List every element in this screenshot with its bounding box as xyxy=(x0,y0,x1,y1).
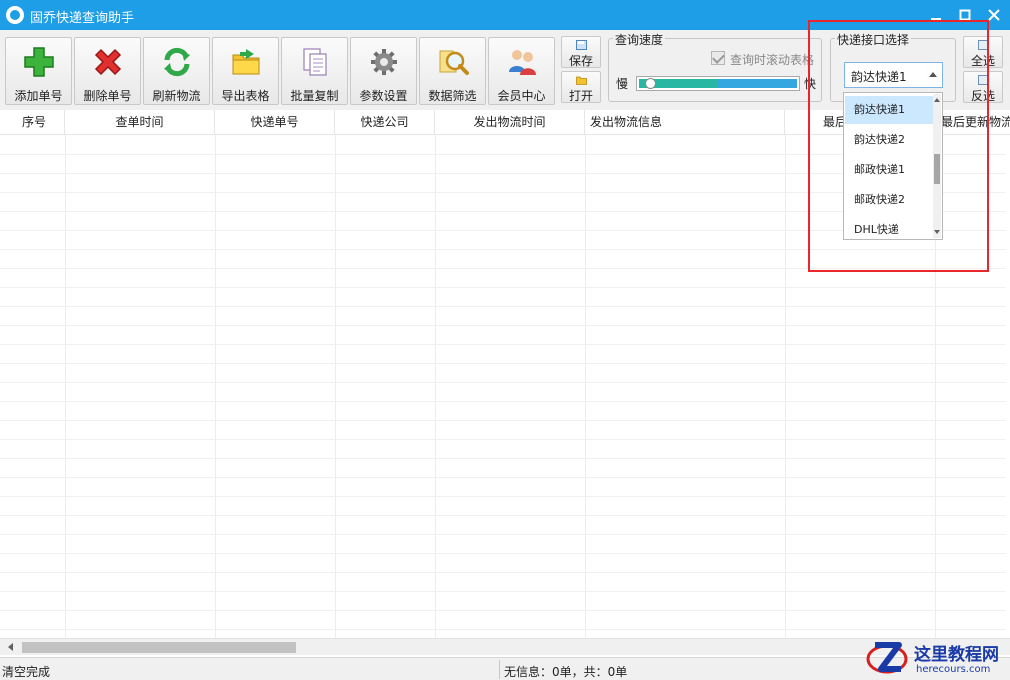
data-filter-button[interactable]: 数据筛选 xyxy=(419,37,486,105)
refresh-logistics-button[interactable]: 刷新物流 xyxy=(143,37,210,105)
scroll-table-checkbox[interactable] xyxy=(711,51,725,65)
member-center-button[interactable]: 会员中心 xyxy=(488,37,555,105)
save-icon xyxy=(576,40,587,50)
delete-x-icon xyxy=(94,48,122,76)
refresh-icon xyxy=(164,47,190,77)
table-row xyxy=(0,629,1006,630)
status-counts: 无信息：0单，共：0单 xyxy=(504,665,628,679)
data-filter-label: 数据筛选 xyxy=(428,89,477,103)
delete-number-label: 删除单号 xyxy=(83,89,132,103)
refresh-logistics-label: 刷新物流 xyxy=(152,89,201,103)
users-icon xyxy=(509,50,536,75)
status-separator xyxy=(499,660,500,679)
open-label: 打开 xyxy=(568,89,593,103)
magnifier-icon xyxy=(439,50,469,75)
table-row xyxy=(0,401,1006,402)
copy-pages-icon xyxy=(303,48,327,76)
gear-icon xyxy=(371,49,397,75)
table-row xyxy=(0,306,1006,307)
column-header-dispatch-info[interactable]: 发出物流信息 xyxy=(585,110,785,135)
table-row xyxy=(0,591,1006,592)
table-row xyxy=(0,534,1006,535)
speed-slider-thumb[interactable] xyxy=(645,78,656,89)
status-message: 清空完成 xyxy=(2,665,51,679)
table-row xyxy=(0,420,1006,421)
table-row xyxy=(0,439,1006,440)
query-speed-group: 查询速度 xyxy=(608,31,822,102)
column-header-index[interactable]: 序号 xyxy=(0,110,65,135)
open-folder-icon xyxy=(576,76,587,85)
horizontal-scroll-thumb[interactable] xyxy=(22,642,296,653)
table-row xyxy=(0,477,1006,478)
column-header-dispatch-time[interactable]: 发出物流时间 xyxy=(435,110,585,135)
close-icon xyxy=(988,9,1000,21)
table-row xyxy=(0,496,1006,497)
table-row xyxy=(0,515,1006,516)
add-number-button[interactable]: 添加单号 xyxy=(5,37,72,105)
scroll-table-checkbox-label: 查询时滚动表格 xyxy=(730,53,815,67)
table-row xyxy=(0,344,1006,345)
watermark-title: 这里教程网 xyxy=(914,645,999,665)
batch-copy-button[interactable]: 批量复制 xyxy=(281,37,348,105)
export-table-button[interactable]: 导出表格 xyxy=(212,37,279,105)
slow-label: 慢 xyxy=(616,77,629,91)
member-center-label: 会员中心 xyxy=(497,89,546,103)
save-button[interactable]: 保存 xyxy=(561,36,601,68)
app-logo-icon xyxy=(6,6,24,24)
save-label: 保存 xyxy=(568,54,593,68)
open-button[interactable]: 打开 xyxy=(561,71,601,103)
column-header-courier-company[interactable]: 快递公司 xyxy=(335,110,435,135)
window-title: 固乔快递查询助手 xyxy=(30,11,135,26)
table-row xyxy=(0,287,1006,288)
plus-icon xyxy=(24,47,54,77)
speed-slider-track xyxy=(718,79,797,88)
delete-number-button[interactable]: 删除单号 xyxy=(74,37,141,105)
column-header-tracking-number[interactable]: 快递单号 xyxy=(215,110,335,135)
parameter-settings-label: 参数设置 xyxy=(359,89,408,103)
highlight-annotation-box xyxy=(808,20,989,272)
table-row xyxy=(0,325,1006,326)
column-header-query-time[interactable]: 查单时间 xyxy=(65,110,215,135)
query-speed-title: 查询速度 xyxy=(613,31,666,48)
table-row xyxy=(0,382,1006,383)
batch-copy-label: 批量复制 xyxy=(290,89,339,103)
status-bar: 清空完成 无信息：0单，共：0单 xyxy=(0,657,1010,680)
query-speed-slider[interactable] xyxy=(636,76,800,91)
parameter-settings-button[interactable]: 参数设置 xyxy=(350,37,417,105)
table-row xyxy=(0,610,1006,611)
export-table-label: 导出表格 xyxy=(221,89,270,103)
folder-export-icon xyxy=(232,49,260,75)
table-row xyxy=(0,553,1006,554)
watermark-logo-icon xyxy=(866,642,908,674)
table-row xyxy=(0,572,1006,573)
add-number-label: 添加单号 xyxy=(14,89,63,103)
table-row xyxy=(0,458,1006,459)
scroll-left-arrow-icon[interactable] xyxy=(8,643,13,651)
horizontal-scrollbar[interactable] xyxy=(0,638,1010,655)
watermark-url: herecours.com xyxy=(916,664,991,675)
table-row xyxy=(0,363,1006,364)
